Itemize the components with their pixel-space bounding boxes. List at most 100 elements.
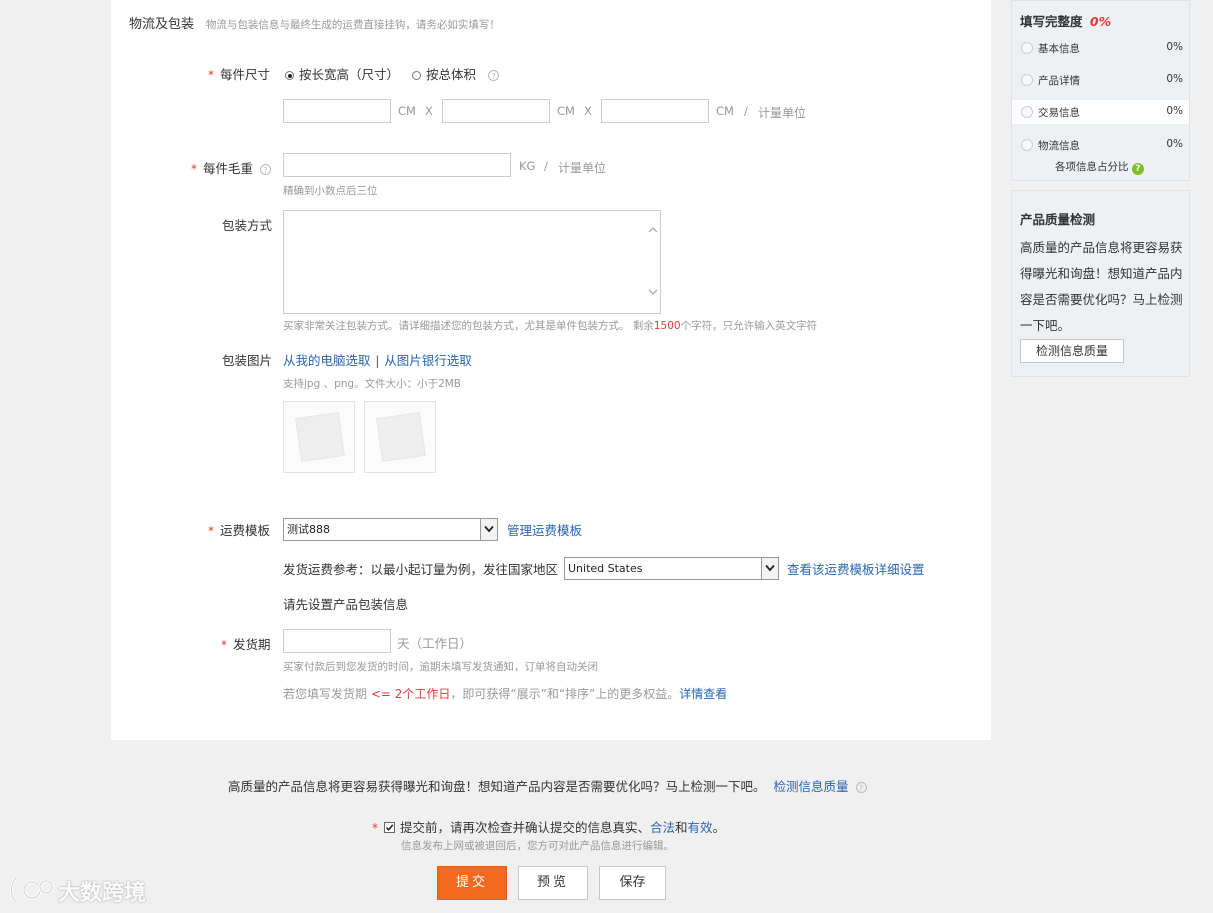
delivery-hint: 买家付款后到您发货的时间，逾期未填写发货通知，订单将自动关闭 (283, 661, 598, 673)
height-input[interactable] (601, 99, 709, 123)
chevron-down-icon (484, 525, 494, 533)
delivery-tip: 若您填写发货期 <= 2个工作日，即可获得“展示”和“排序”上的更多权益。详情查… (283, 685, 727, 702)
country-value: United States (568, 562, 643, 575)
save-button[interactable]: 保存 (599, 866, 666, 900)
delivery-detail-link[interactable]: 详情查看 (679, 687, 727, 701)
manage-freight-link[interactable]: 管理运费模板 (507, 520, 582, 539)
image-placeholder[interactable] (364, 401, 436, 473)
completion-item[interactable]: 产品详情 0% (1012, 68, 1189, 92)
completion-item[interactable]: 基本信息 0% (1012, 36, 1189, 60)
size-unit-label: 计量单位 (758, 106, 807, 120)
completion-item-percent: 0% (1166, 138, 1183, 150)
country-select[interactable]: United States (564, 557, 779, 580)
delivery-tip-suffix: ，即可获得“展示”和“排序”上的更多权益。 (450, 687, 680, 701)
length-input[interactable] (283, 99, 391, 123)
completion-item-percent: 0% (1166, 41, 1183, 53)
radio-selected-icon[interactable] (285, 71, 294, 80)
circle-icon (1021, 42, 1033, 54)
images-label: 包装图片 (222, 353, 273, 368)
size-option-lwh-label: 按长宽高（尺寸） (299, 67, 400, 82)
checkmark-icon (385, 824, 394, 832)
width-input[interactable] (442, 99, 550, 123)
chevron-down-icon (765, 564, 775, 572)
preview-button[interactable]: 预览 (518, 866, 588, 900)
packing-hint: 买家非常关注包装方式。请详细描述您的包装方式，尤其是单件包装方式。 剩余1500… (283, 318, 817, 333)
weight-input[interactable] (283, 153, 511, 177)
help-icon[interactable]: ? (855, 782, 867, 793)
confirm-and: 和 (675, 820, 688, 835)
freight-detail-link[interactable]: 查看该运费模板详细设置 (787, 559, 925, 578)
packing-textarea[interactable] (283, 210, 661, 314)
weight-unit: KG (519, 159, 536, 173)
height-unit: CM (716, 104, 734, 118)
completion-item-percent: 0% (1166, 73, 1183, 85)
weight-unit-label: 计量单位 (558, 161, 607, 175)
delivery-input[interactable] (283, 629, 391, 653)
quality-check-button[interactable]: 检测信息质量 (1020, 339, 1124, 363)
circle-icon (1021, 106, 1033, 118)
weight-label: 每件毛重 (203, 161, 254, 176)
confirm-text: 提交前，请再次检查并确认提交的信息真实、 (400, 820, 651, 835)
confirm-subtext: 信息发布上网或被退回后，您方可对此产品信息进行编辑。 (401, 840, 674, 852)
submit-button[interactable]: 提交 (437, 866, 507, 900)
completion-value: 0% (1089, 14, 1112, 29)
confirm-valid-link[interactable]: 有效 (688, 820, 713, 835)
chevron-up-icon[interactable] (648, 226, 658, 233)
help-icon[interactable]: ? (488, 70, 499, 81)
completion-panel: 填写完整度 0% 基本信息 0% 产品详情 0% 交易信息 0% 物流信息 0%… (1011, 0, 1190, 181)
completion-item[interactable]: 物流信息 0% (1012, 133, 1189, 157)
completion-item-label: 交易信息 (1038, 107, 1080, 119)
form-panel (111, 0, 991, 740)
delivery-label: 发货期 (233, 637, 271, 652)
times-sign: X (425, 104, 433, 118)
completion-item-label: 物流信息 (1038, 140, 1080, 152)
circle-icon (1021, 74, 1033, 86)
chevron-down-icon[interactable] (648, 289, 658, 296)
completion-item-percent: 0% (1166, 105, 1183, 117)
required-mark: * (208, 524, 214, 538)
bottom-quality-text: 高质量的产品信息将更容易获得曝光和询盘！想知道产品内容是否需要优化吗？马上检测一… (228, 779, 766, 794)
width-unit: CM (557, 104, 575, 118)
packing-remaining: 1500 (653, 320, 681, 332)
image-placeholder-icon (376, 412, 426, 462)
help-icon[interactable]: ? (1131, 163, 1144, 175)
ratio-label: 各项信息占分比 (1055, 161, 1129, 173)
completion-item-active[interactable]: 交易信息 0% (1012, 100, 1189, 124)
from-pc-link[interactable]: 从我的电脑选取 (283, 353, 371, 368)
image-placeholder[interactable] (283, 401, 355, 473)
quality-panel: 产品质量检测 高质量的产品信息将更容易获得曝光和询盘！想知道产品内容是否需要优化… (1011, 190, 1190, 377)
freight-notice: 请先设置产品包装信息 (283, 597, 409, 612)
delivery-label-wrap: * 发货期 (221, 634, 271, 653)
image-placeholder-icon (295, 412, 345, 462)
radio-icon[interactable] (412, 71, 421, 80)
slash: / (744, 104, 748, 118)
bottom-quality-link[interactable]: 检测信息质量 (774, 779, 849, 794)
weight-label-wrap: * 每件毛重 ? (191, 158, 271, 177)
freight-template-value: 测试888 (287, 523, 330, 536)
size-option-volume[interactable]: 按总体积 ? (412, 64, 499, 83)
freight-template-select[interactable]: 测试888 (283, 518, 498, 541)
from-bank-link[interactable]: 从图片银行选取 (384, 353, 472, 368)
freight-label-wrap: * 运费模板 (208, 520, 270, 539)
freight-label: 运费模板 (220, 523, 271, 538)
watermark-logo-icon (10, 876, 54, 904)
quality-desc: 高质量的产品信息将更容易获得曝光和询盘！想知道产品内容是否需要优化吗？马上检测一… (1020, 240, 1183, 333)
section-title: 物流及包装 (129, 17, 195, 32)
watermark-text: 大数跨境 (58, 881, 147, 906)
confirm-legal-link[interactable]: 合法 (650, 820, 675, 835)
delivery-tip-prefix: 若您填写发货期 (283, 687, 368, 701)
size-label: 每件尺寸 (220, 67, 271, 82)
confirm-end: 。 (712, 820, 726, 835)
dropdown-arrow[interactable] (761, 558, 778, 579)
confirm-checkbox[interactable] (384, 822, 395, 833)
weight-hint: 精确到小数点后三位 (283, 185, 378, 197)
slash: / (544, 159, 548, 173)
section-desc: 物流与包装信息与最终生成的运费直接挂钩，请务必如实填写！ (205, 19, 500, 31)
delivery-tip-highlight: <= 2个工作日 (370, 687, 451, 701)
dropdown-arrow[interactable] (480, 519, 497, 540)
size-option-lwh[interactable]: 按长宽高（尺寸） (285, 64, 399, 83)
help-icon[interactable]: ? (259, 164, 271, 175)
packing-hint-prefix: 买家非常关注包装方式。请详细描述您的包装方式，尤其是单件包装方式。 剩余 (283, 320, 654, 332)
packing-hint-suffix: 个字符，只允许输入英文字符 (680, 320, 818, 332)
images-links: 从我的电脑选取 | 从图片银行选取 (283, 350, 472, 369)
